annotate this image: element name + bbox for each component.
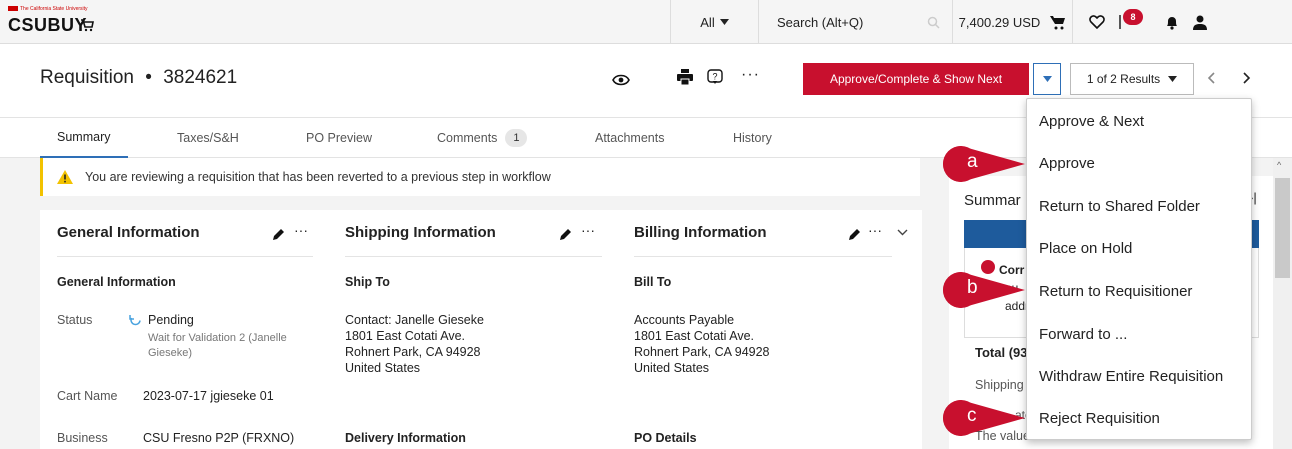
callout-letter: c [967,405,977,426]
caret-down-icon [1042,76,1052,82]
pencil-icon[interactable] [559,227,573,241]
menu-item-return-requisitioner[interactable]: Return to Requisitioner [1039,283,1192,300]
results-select[interactable]: 1 of 2 Results [1070,63,1194,95]
action-items-button[interactable]: 8 [1119,9,1143,29]
workflow-warning: You are reviewing a requisition that has… [40,158,920,196]
scroll-up-icon[interactable]: ^ [1277,160,1281,170]
top-icons: 8 [1072,0,1292,44]
caret-down-icon [1168,76,1178,82]
summary-title: Summar [964,192,1021,209]
menu-item-forward[interactable]: Forward to ... [1039,326,1127,343]
callout-a: a [941,144,1025,184]
divider [345,256,602,257]
status-value: Pending [148,313,194,327]
filter-label: All [700,14,715,30]
search-icon[interactable] [927,16,940,29]
more-actions-button[interactable]: ··· [741,66,760,84]
callout-c: c [941,398,1025,438]
print-icon[interactable] [677,69,693,85]
status-label: Status [57,313,93,327]
po-details-title: PO Details [634,431,697,445]
approve-options-menu: Approve & Next Approve Return to Shared … [1026,98,1252,440]
pencil-icon[interactable] [848,227,862,241]
divider [634,256,892,257]
summary-shipping: Shipping [975,378,1024,392]
menu-item-place-on-hold[interactable]: Place on Hold [1039,240,1132,257]
callout-b: b [941,270,1025,310]
results-label: 1 of 2 Results [1086,72,1161,86]
previous-icon[interactable] [1207,72,1215,84]
heart-icon[interactable] [1089,15,1105,29]
tab-po-preview[interactable]: PO Preview [306,118,372,158]
shipping-information-title: Shipping Information [345,224,496,241]
menu-item-approve-next[interactable]: Approve & Next [1039,113,1144,130]
billing-information-section: Billing Information ··· Bill To Accounts… [620,210,922,449]
more-icon[interactable]: ··· [581,222,595,238]
requisition-info-panel: General Information ··· General Informat… [40,210,922,449]
bell-icon[interactable] [1165,15,1179,30]
cart-total-button[interactable]: 7,400.29 USD [952,0,1072,44]
chevron-down-icon[interactable] [897,229,908,236]
more-icon[interactable]: ··· [294,222,308,238]
svg-text:?: ? [712,72,717,82]
top-bar: The California State University CSUBUY A… [0,0,1292,44]
logo-cart-icon [81,19,94,32]
tab-summary[interactable]: Summary [40,118,128,158]
cart-total: 7,400.29 USD [958,14,1041,30]
menu-item-approve[interactable]: Approve [1039,155,1095,172]
delivery-information-title: Delivery Information [345,431,466,445]
general-information-section: General Information ··· General Informat… [40,210,330,449]
callout-letter: a [967,151,978,172]
menu-item-return-shared-folder[interactable]: Return to Shared Folder [1039,198,1200,215]
warning-icon [57,170,73,184]
status-workflow-step: Wait for Validation 2 (Janelle Gieseke) [148,332,287,359]
search-placeholder: Search (Alt+Q) [777,14,864,30]
scroll-thumb[interactable] [1275,178,1290,278]
shipping-information-section: Shipping Information ··· Ship To Contact… [330,210,620,449]
page-title: Requisition • 3824621 [40,67,238,88]
menu-item-withdraw[interactable]: Withdraw Entire Requisition [1039,368,1223,385]
more-icon[interactable]: ··· [868,222,882,238]
tab-comments[interactable]: Comments 1 [437,118,528,158]
menu-item-reject[interactable]: Reject Requisition [1039,410,1160,427]
general-subtitle: General Information [57,275,176,289]
divider [57,256,313,257]
approve-options-toggle[interactable] [1033,63,1061,95]
csubuy-logo[interactable]: The California State University CSUBUY [8,6,94,38]
user-icon[interactable] [1193,15,1207,30]
cart-icon [1050,15,1066,29]
tab-history[interactable]: History [733,118,772,158]
search-input[interactable]: Search (Alt+Q) [758,0,952,44]
notification-badge: 8 [1123,9,1143,25]
caret-down-icon [719,19,729,25]
logo-text: CSUBUY [8,15,88,35]
requisition-number: 3824621 [163,67,238,88]
next-icon[interactable] [1243,72,1251,84]
comments-count: 1 [505,129,528,147]
cart-name-label: Cart Name [57,389,118,403]
tab-attachments[interactable]: Attachments [595,118,664,158]
refresh-icon [129,315,141,326]
ship-to-address: Contact: Janelle Gieseke 1801 East Cotat… [345,313,484,375]
business-value: CSU Fresno P2P (FRXNO) [143,431,295,445]
help-icon[interactable]: ? [707,69,723,85]
general-information-title: General Information [57,224,200,241]
ship-to-title: Ship To [345,275,390,289]
pencil-icon[interactable] [272,227,286,241]
bill-to-address: Accounts Payable 1801 East Cotati Ave. R… [634,313,770,375]
approve-show-next-button[interactable]: Approve/Complete & Show Next [803,63,1029,95]
cart-name-value: 2023-07-17 jgieseke 01 [143,389,274,403]
scrollbar[interactable]: ^ [1273,158,1292,449]
callout-letter: b [967,277,978,298]
billing-information-title: Billing Information [634,224,767,241]
summary-total: Total (93 [975,345,1028,360]
search-filter-select[interactable]: All [670,0,758,44]
bill-to-title: Bill To [634,275,672,289]
logo-subtitle: The California State University [8,6,88,12]
warning-text: You are reviewing a requisition that has… [85,170,551,184]
tab-taxes[interactable]: Taxes/S&H [177,118,239,158]
eye-icon[interactable] [612,74,630,86]
business-label: Business [57,431,108,445]
